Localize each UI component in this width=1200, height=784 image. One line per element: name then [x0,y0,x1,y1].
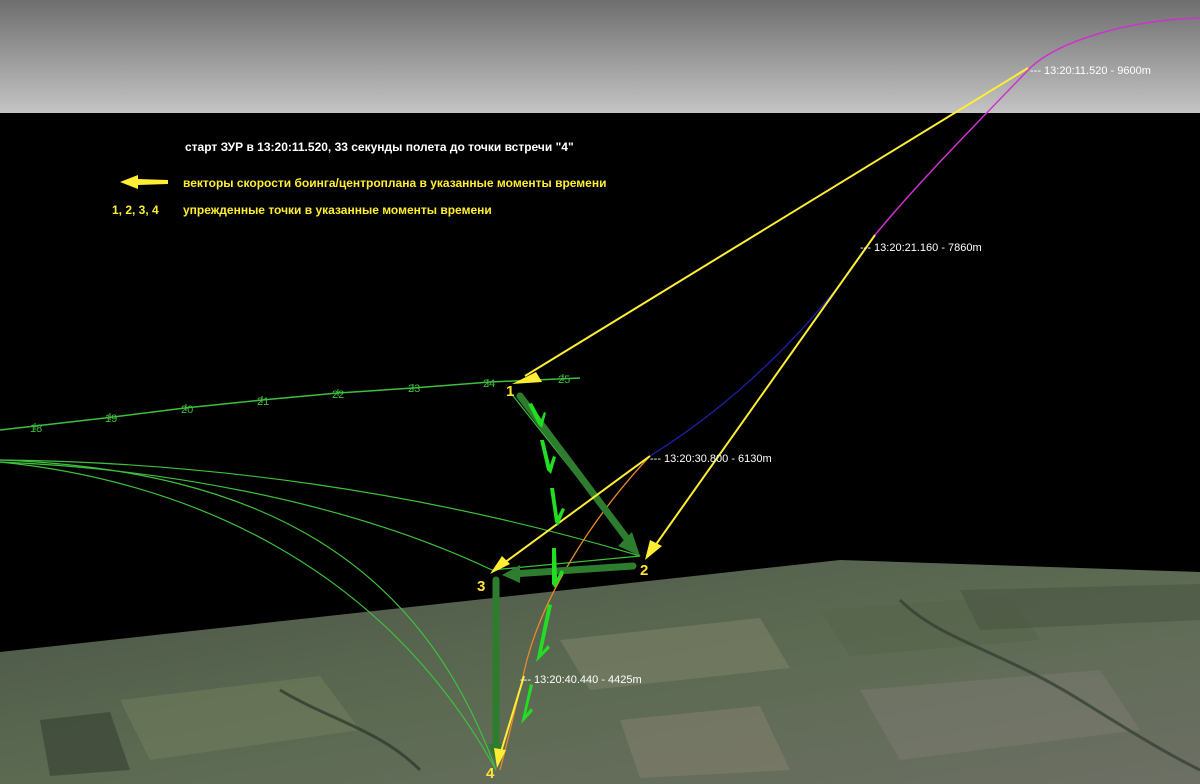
point-4-label: 4 [486,765,495,782]
track-tick-23: 23 [408,383,420,395]
track-tick-24: 24 [483,378,495,390]
legend-vectors-text: векторы скорости боинга/центроплана в ук… [183,176,606,190]
missile-path-mid [649,234,876,457]
track-tick-18: 18 [30,423,42,435]
legend-arrow-icon [120,175,168,189]
time-label-3: --- 13:20:30.800 - 6130m [650,453,772,465]
track-tick-19: 19 [105,413,117,425]
time-label-2: --- 13:20:21.160 - 7860m [860,242,982,254]
time-label-1: --- 13:20:11.520 - 9600m [1030,65,1151,77]
lead-lines [491,391,641,571]
satellite-ground [0,560,1200,784]
scene-canvas: 18 19 20 21 22 23 24 25 1 2 3 4 --- 13:2… [0,0,1200,784]
track-tick-25: 25 [558,374,570,386]
legend-points-key: 1, 2, 3, 4 [112,203,159,217]
sky-band [0,0,1200,113]
point-2-label: 2 [640,562,648,579]
point-3-label: 3 [477,578,485,595]
track-tick-20: 20 [181,404,193,416]
legend-points-text: упрежденные точки в указанные моменты вр… [183,203,492,217]
point-1-label: 1 [506,383,514,400]
track-tick-21: 21 [257,396,269,408]
track-tick-22: 22 [332,389,344,401]
legend-title: старт ЗУР в 13:20:11.520, 33 секунды пол… [185,140,574,154]
trajectory-visualization: 18 19 20 21 22 23 24 25 1 2 3 4 --- 13:2… [0,0,1200,784]
time-label-4: --- 13:20:40.440 - 4425m [520,674,642,686]
